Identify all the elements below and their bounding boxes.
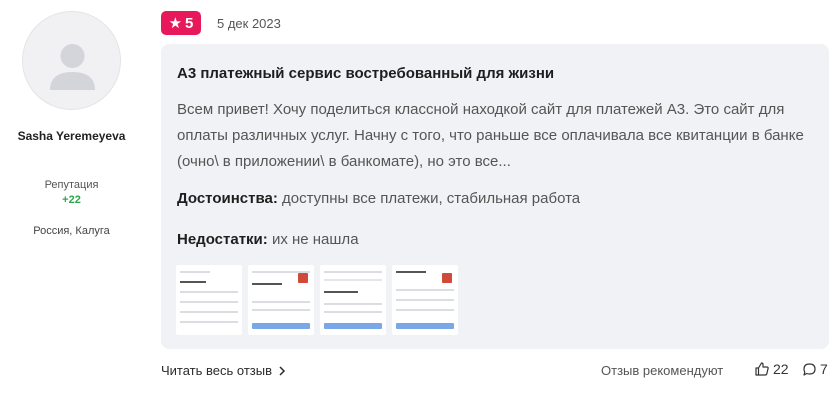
review-pros: Достоинства: доступны все платежи, стаби…	[177, 190, 580, 207]
comment-icon	[803, 362, 816, 376]
like-button[interactable]: 22	[754, 361, 789, 377]
recommend-label: Отзыв рекомендуют	[601, 363, 724, 378]
user-placeholder-icon	[50, 44, 95, 90]
review-image-thumbnail[interactable]	[392, 265, 458, 335]
avatar[interactable]	[22, 11, 121, 110]
review-image-thumbnail[interactable]	[176, 265, 242, 335]
review-date: 5 дек 2023	[217, 16, 281, 31]
pros-label: Достоинства:	[177, 190, 278, 207]
rating-badge: ★ 5	[161, 11, 201, 35]
author-name[interactable]: Sasha Yeremeyeva	[0, 128, 143, 145]
thumbs-up-icon	[755, 362, 769, 376]
rating-value: 5	[185, 14, 194, 32]
cons-text: их не нашла	[271, 231, 359, 248]
review-image-thumbnail[interactable]	[248, 265, 314, 335]
star-icon: ★	[168, 14, 183, 32]
cons-label: Недостатки:	[177, 231, 268, 248]
review-text: Всем привет! Хочу поделиться классной на…	[177, 101, 804, 170]
comments-count: 7	[820, 361, 828, 377]
chevron-right-icon	[279, 365, 286, 376]
review-card[interactable]: А3 платежный сервис востребованный для ж…	[161, 44, 829, 349]
read-more-label: Читать весь отзыв	[161, 363, 273, 378]
read-full-review-link[interactable]: Читать весь отзыв	[161, 363, 286, 378]
review-images	[176, 265, 458, 335]
author-location: Россия, Калуга	[33, 225, 110, 237]
likes-count: 22	[773, 361, 789, 377]
comments-button[interactable]: 7	[802, 361, 828, 377]
reputation-value: +22	[62, 194, 81, 206]
review-cons: Недостатки: их не нашла	[177, 231, 359, 248]
pros-text: доступны все платежи, стабильная работа	[282, 190, 581, 207]
reputation-label: Репутация	[44, 179, 99, 191]
review-title[interactable]: А3 платежный сервис востребованный для ж…	[177, 65, 554, 82]
review-image-thumbnail[interactable]	[320, 265, 386, 335]
